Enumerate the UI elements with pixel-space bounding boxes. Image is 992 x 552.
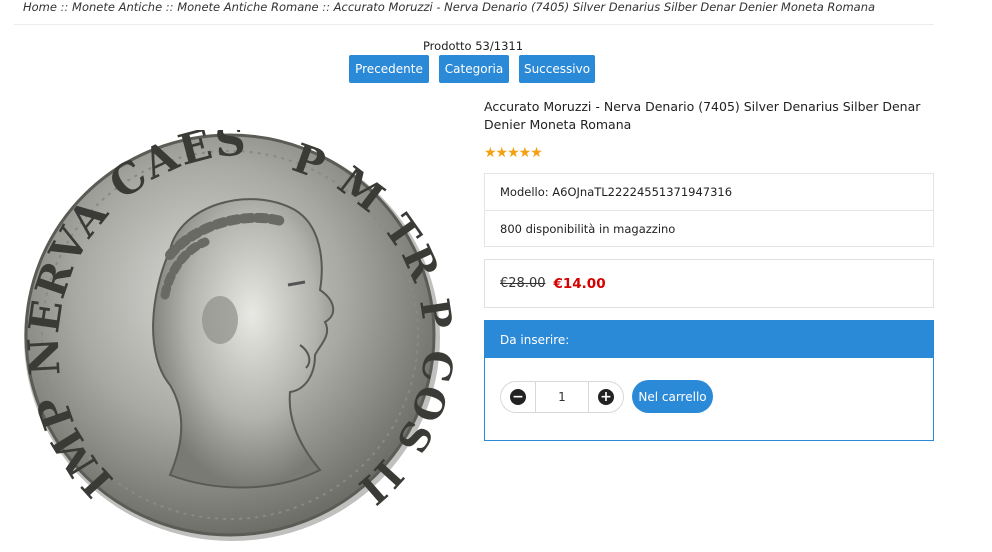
stock-status: 800 disponibilità in magazzino: [485, 210, 933, 246]
add-to-cart-panel: Da inserire: − + Nel carrello: [484, 320, 934, 441]
minus-circle-icon: −: [510, 389, 526, 405]
breadcrumb: Home :: Monete Antiche :: Monete Antiche…: [23, 0, 875, 16]
breadcrumb-monete-antiche-romane[interactable]: Monete Antiche Romane: [177, 0, 318, 14]
plus-circle-icon: +: [598, 389, 614, 405]
product-image[interactable]: IMP NERVA CAES AVG P M TR P COS III P P: [1, 91, 460, 545]
next-button[interactable]: Successivo: [519, 55, 595, 83]
breadcrumb-home[interactable]: Home: [23, 0, 57, 14]
old-price: €28.00: [500, 276, 546, 291]
breadcrumb-current: Accurato Moruzzi - Nerva Denario (7405) …: [333, 0, 876, 14]
product-title: Accurato Moruzzi - Nerva Denario (7405) …: [484, 99, 921, 132]
category-button[interactable]: Categoria: [439, 55, 509, 83]
sale-price: €14.00: [553, 275, 606, 292]
add-to-cart-button[interactable]: Nel carrello: [632, 380, 713, 413]
quantity-input[interactable]: [535, 382, 589, 412]
increase-quantity-button[interactable]: +: [589, 382, 623, 412]
cart-panel-header: Da inserire:: [485, 321, 933, 358]
rating-stars-icon: ★★★★★: [484, 145, 543, 161]
price-box: €28.00 €14.00: [484, 259, 934, 308]
breadcrumb-separator: ::: [60, 0, 69, 14]
breadcrumb-separator: ::: [322, 0, 331, 14]
model-number: Modello: A6OJnaTL22224551371947316: [500, 185, 733, 199]
breadcrumb-monete-antiche[interactable]: Monete Antiche: [72, 0, 162, 14]
product-pager: Precedente Categoria Successivo: [349, 55, 595, 83]
divider: [14, 24, 934, 25]
product-info: Modello: A6OJnaTL22224551371947316 800 d…: [484, 173, 934, 247]
breadcrumb-separator: ::: [165, 0, 174, 14]
quantity-stepper: − +: [500, 381, 624, 413]
product-counter: Prodotto 53/1311: [422, 39, 524, 53]
decrease-quantity-button[interactable]: −: [501, 382, 535, 412]
previous-button[interactable]: Precedente: [349, 55, 429, 83]
